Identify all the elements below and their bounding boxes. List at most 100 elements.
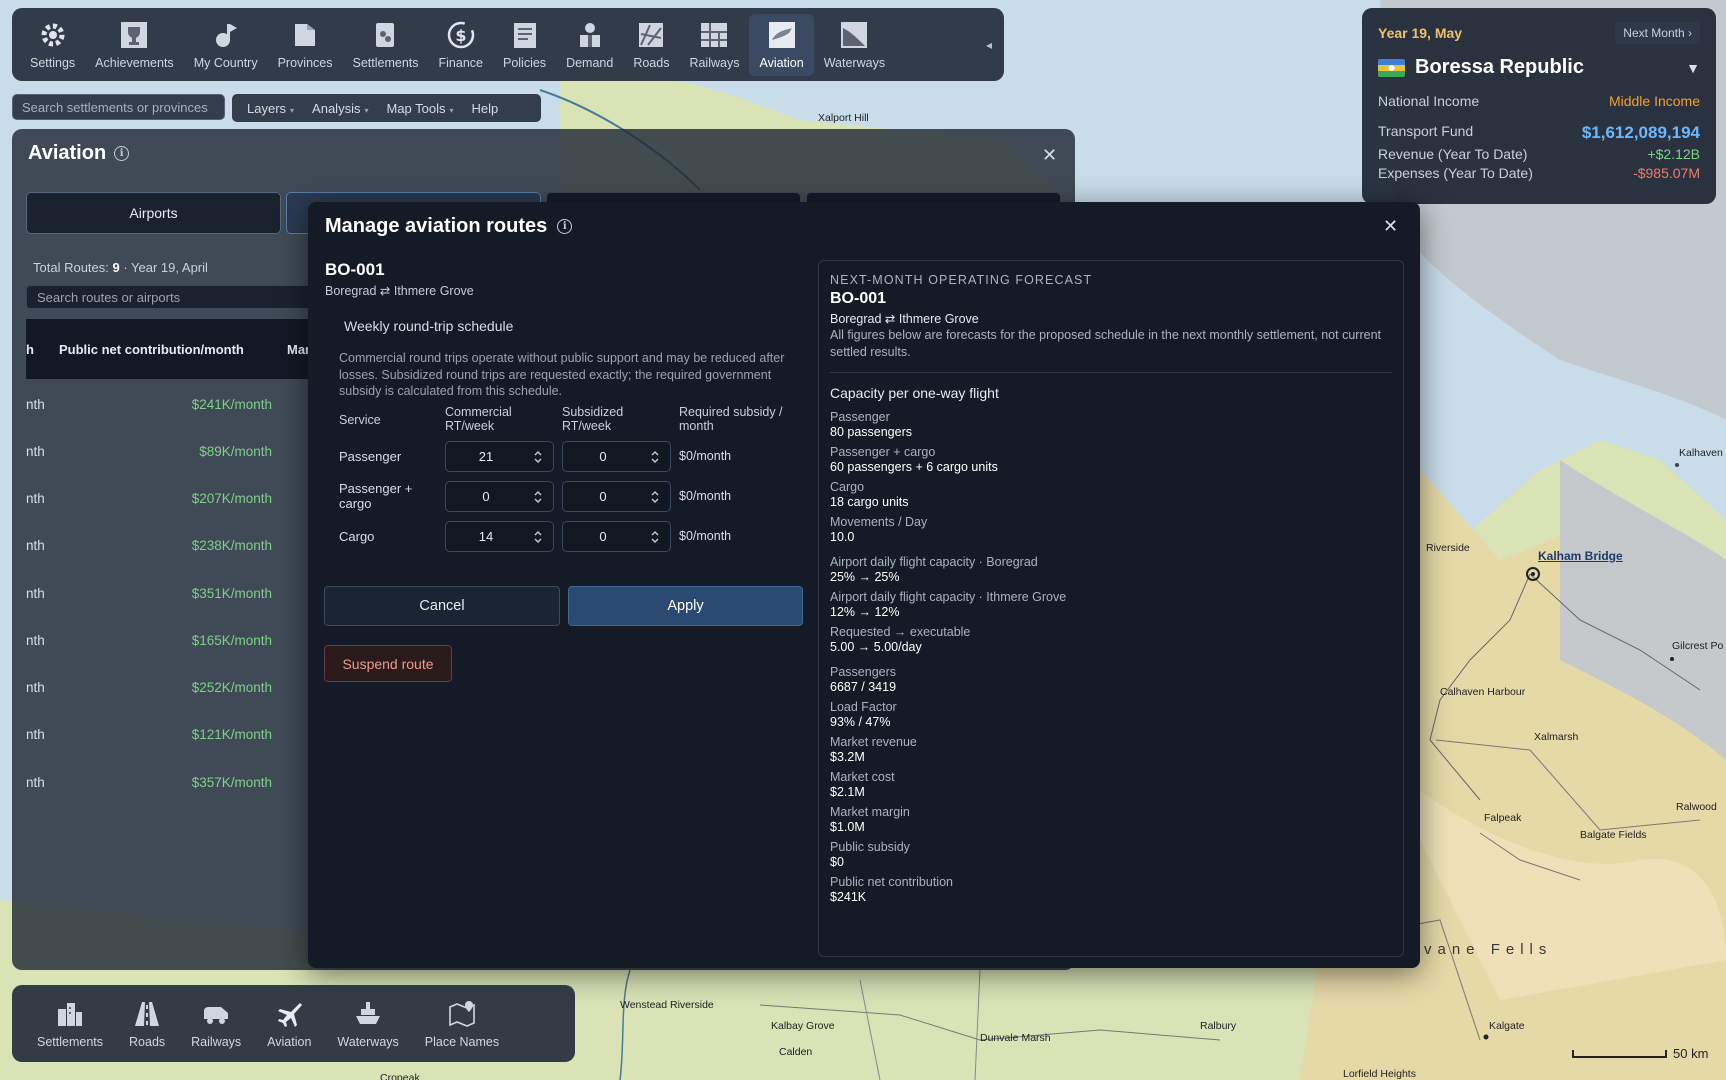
country-selector[interactable]: Boressa Republic ▼ [1378, 56, 1700, 79]
stepper-arrows-icon[interactable] [533, 449, 543, 465]
table-row[interactable]: nth $165K/month [26, 617, 326, 664]
layer-roads[interactable]: Roads [116, 999, 178, 1049]
map-label-balgate-fields[interactable]: Balgate Fields [1580, 829, 1647, 841]
map-label-cropeak[interactable]: Cropeak [380, 1072, 420, 1080]
next-month-button[interactable]: Next Month › [1615, 22, 1700, 44]
layer-aviation[interactable]: Aviation [254, 999, 324, 1049]
layer-place-names[interactable]: Place Names [412, 999, 512, 1049]
passenger-cargo-commercial-stepper[interactable]: 0 [445, 481, 554, 512]
passenger-cargo-subsidized-stepper[interactable]: 0 [562, 481, 671, 512]
table-row[interactable]: nth $238K/month [26, 522, 326, 569]
suspend-route-button[interactable]: Suspend route [324, 645, 452, 682]
dropdown-arrow-icon[interactable]: ▼ [1686, 60, 1700, 76]
toolbar-aviation[interactable]: Aviation [749, 13, 814, 76]
stepper-arrows-icon[interactable] [650, 449, 660, 465]
metric-label: Passenger [830, 410, 890, 424]
map-label-falpeak[interactable]: Falpeak [1484, 812, 1521, 824]
apply-button[interactable]: Apply [568, 586, 803, 626]
row-net-contribution: $252K/month [191, 680, 272, 695]
caret-down-icon: ▾ [290, 105, 295, 115]
stepper-arrows-icon[interactable] [650, 489, 660, 505]
table-row[interactable]: nth $252K/month [26, 664, 326, 711]
tab-airports[interactable]: Airports [26, 192, 281, 234]
menu-analysis[interactable]: Analysis ▾ [303, 101, 377, 116]
map-label-gilcrest[interactable]: Gilcrest Po [1672, 640, 1723, 652]
cargo-commercial-stepper[interactable]: 14 [445, 521, 554, 552]
menu-help[interactable]: Help [463, 101, 508, 116]
map-label-ralbury[interactable]: Ralbury [1200, 1020, 1236, 1032]
main-toolbar: Settings Achievements My Country Provinc… [12, 8, 1004, 81]
route-search-input[interactable] [26, 285, 326, 309]
toolbar-policies[interactable]: Policies [493, 14, 556, 76]
table-row[interactable]: nth $121K/month [26, 711, 326, 758]
toolbar-waterways[interactable]: Waterways [814, 14, 895, 76]
passenger-subsidized-stepper[interactable]: 0 [562, 441, 671, 472]
layer-settlements[interactable]: Settlements [24, 999, 116, 1049]
toolbar-finance[interactable]: $ Finance [429, 14, 493, 76]
toolbar-railways[interactable]: Railways [679, 14, 749, 76]
table-row[interactable]: nth $357K/month [26, 759, 326, 806]
forecast-route-id: BO-001 [830, 290, 887, 307]
table-row[interactable]: nth $351K/month [26, 570, 326, 617]
country-icon [211, 20, 241, 50]
map-label-kalhaven[interactable]: Kalhaven [1679, 447, 1723, 459]
row-cell: nth [26, 727, 45, 742]
settlement-search-input[interactable] [12, 94, 225, 120]
map-label-xalport-hill[interactable]: Xalport Hill [818, 112, 869, 124]
toolbar-provinces[interactable]: Provinces [268, 14, 343, 76]
toolbar-my-country[interactable]: My Country [184, 14, 268, 76]
map-label-calhaven-harbour[interactable]: Calhaven Harbour [1440, 686, 1525, 698]
toolbar-demand[interactable]: Demand [556, 14, 623, 76]
map-label-calden[interactable]: Calden [779, 1046, 812, 1058]
toolbar-roads[interactable]: Roads [623, 14, 679, 76]
toolbar-collapse-icon[interactable]: ◂ [986, 38, 992, 52]
row-cell: nth [26, 775, 45, 790]
info-icon[interactable]: i [114, 146, 130, 161]
map-label-dunvale-marsh[interactable]: Dunvale Marsh [980, 1032, 1051, 1044]
metric-label: Passengers [830, 665, 897, 679]
row-net-contribution: $241K/month [191, 397, 272, 412]
map-label-kalbay-grove[interactable]: Kalbay Grove [771, 1020, 835, 1032]
map-label-ralwood[interactable]: Ralwood [1676, 801, 1717, 813]
layer-railways[interactable]: Railways [178, 999, 254, 1049]
row-net-contribution: $89K/month [199, 444, 272, 459]
map-label-xalmarsh[interactable]: Xalmarsh [1534, 731, 1578, 743]
header-service: Service [339, 413, 381, 427]
cargo-subsidized-stepper[interactable]: 0 [562, 521, 671, 552]
col-header-public-net[interactable]: Public net contribution/month [59, 342, 244, 357]
toolbar-settlements[interactable]: Settlements [342, 14, 428, 76]
modal-close-icon[interactable]: ✕ [1383, 216, 1398, 237]
cancel-button[interactable]: Cancel [324, 586, 560, 626]
passenger-commercial-stepper[interactable]: 21 [445, 441, 554, 472]
layer-waterways[interactable]: Waterways [324, 999, 411, 1049]
map-label-kalham-bridge[interactable]: Kalham Bridge [1538, 549, 1623, 563]
stepper-arrows-icon[interactable] [650, 529, 660, 545]
stepper-value: 0 [599, 529, 607, 544]
map-label-lorfield-heights[interactable]: Lorfield Heights [1343, 1068, 1416, 1080]
trophy-icon [119, 20, 149, 50]
toolbar-achievements[interactable]: Achievements [85, 14, 184, 76]
map-label-riverside[interactable]: Riverside [1426, 542, 1470, 554]
table-row[interactable]: nth $89K/month [26, 428, 326, 475]
stepper-arrows-icon[interactable] [533, 529, 543, 545]
menu-layers[interactable]: Layers ▾ [238, 101, 303, 116]
stepper-arrows-icon[interactable] [533, 489, 543, 505]
col-header-partial[interactable]: h [26, 342, 34, 357]
table-row[interactable]: nth $241K/month [26, 381, 326, 428]
roads-icon [636, 20, 666, 50]
ship-icon [353, 999, 383, 1029]
layer-place-names-label: Place Names [424, 1034, 500, 1049]
toolbar-settings-label: Settings [30, 55, 76, 70]
metric-load-factor: Load Factor 93% / 47% [830, 700, 1392, 730]
map-label-vane-fells[interactable]: vane Fells [1424, 941, 1552, 958]
info-icon[interactable]: i [557, 219, 573, 234]
map-label-wenstead-riverside[interactable]: Wenstead Riverside [620, 999, 714, 1011]
menu-map-tools[interactable]: Map Tools ▾ [377, 101, 462, 116]
toolbar-settings[interactable]: Settings [20, 14, 85, 76]
row-net-contribution: $351K/month [191, 586, 272, 601]
map-label-kalgate[interactable]: Kalgate [1489, 1020, 1525, 1032]
row-net-contribution: $357K/month [191, 775, 272, 790]
aviation-close-icon[interactable]: ✕ [1042, 145, 1057, 166]
row-cell: nth [26, 538, 45, 553]
table-row[interactable]: nth $207K/month [26, 475, 326, 522]
